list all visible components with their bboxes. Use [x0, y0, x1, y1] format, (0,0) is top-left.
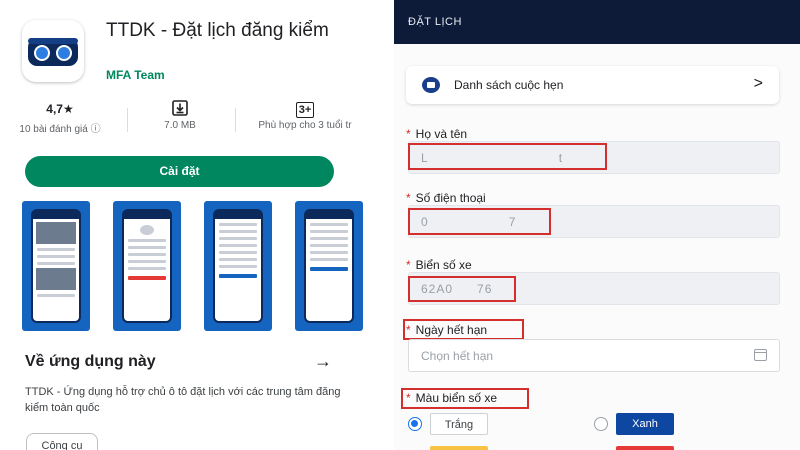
color-option-white[interactable]: Trắng	[430, 413, 488, 435]
rating-value: 4,7★	[46, 102, 74, 116]
highlight-box	[408, 143, 607, 170]
age-rating-label: Phù hợp cho 3 tuổi tr	[258, 120, 352, 131]
name-label: * Họ và tên	[406, 127, 468, 141]
color-option-blue[interactable]: Xanh	[616, 413, 674, 435]
booking-form-screen: ĐẶT LỊCH Danh sách cuộc hẹn > * Họ và tên…	[394, 0, 800, 450]
screenshot-carousel[interactable]	[22, 201, 363, 331]
form-header: ĐẶT LỊCH	[394, 0, 800, 44]
chevron-right-icon: >	[753, 75, 763, 92]
download-icon	[140, 100, 220, 118]
expiry-placeholder: Chọn hết hạn	[421, 349, 494, 363]
highlight-box	[408, 276, 516, 302]
size-stat: 7.0 MB	[140, 100, 220, 140]
highlight-box	[408, 208, 551, 235]
install-button[interactable]: Cài đặt	[25, 156, 334, 187]
age-rating-stat[interactable]: 3+ Phù hợp cho 3 tuổi tr	[250, 100, 360, 140]
radio-white[interactable]	[408, 417, 422, 431]
color-option-red[interactable]	[616, 446, 674, 450]
rating-3plus-icon: 3+	[250, 100, 360, 118]
phone-mockup	[31, 209, 81, 323]
phone-label: * Số điện thoại	[406, 191, 486, 205]
form-title: ĐẶT LỊCH	[408, 16, 462, 28]
app-description: TTDK - Ứng dụng hỗ trợ chủ ô tô đặt lịch…	[25, 386, 341, 414]
app-icon[interactable]	[22, 20, 84, 82]
appointments-list-button[interactable]: Danh sách cuộc hẹn >	[406, 66, 779, 104]
screenshot-1[interactable]	[22, 201, 90, 331]
phone-mockup	[304, 209, 354, 323]
screenshot-4[interactable]	[295, 201, 363, 331]
review-count: 10 bài đánh giá ⓘ	[19, 124, 101, 135]
divider	[235, 108, 236, 132]
screenshot-2[interactable]	[113, 201, 181, 331]
calendar-badge-icon	[422, 77, 440, 93]
expiry-date-field[interactable]: Chọn hết hạn	[408, 339, 780, 372]
vr-goggles-icon	[28, 38, 78, 66]
composite-screenshot: TTDK - Đặt lịch đăng kiểm MFA Team 4,7★ …	[0, 0, 800, 450]
highlight-box	[401, 388, 529, 409]
rating-stat[interactable]: 4,7★ 10 bài đánh giá ⓘ	[10, 100, 110, 140]
arrow-right-icon[interactable]: →	[314, 351, 332, 372]
radio-blue[interactable]	[594, 417, 608, 431]
divider	[127, 108, 128, 132]
calendar-icon[interactable]	[754, 349, 767, 361]
play-store-listing: TTDK - Đặt lịch đăng kiểm MFA Team 4,7★ …	[0, 0, 380, 450]
plate-label: * Biển số xe	[406, 258, 472, 272]
screenshot-3[interactable]	[204, 201, 272, 331]
highlight-box	[403, 319, 524, 340]
phone-mockup	[213, 209, 263, 323]
app-size: 7.0 MB	[164, 120, 196, 131]
developer-link[interactable]: MFA Team	[106, 68, 165, 82]
app-stats: 4,7★ 10 bài đánh giá ⓘ 7.0 MB 3+ Phù hợp…	[10, 100, 360, 140]
appointments-label: Danh sách cuộc hẹn	[454, 78, 564, 92]
color-option-yellow[interactable]	[430, 446, 488, 450]
phone-mockup	[122, 209, 172, 323]
category-chip[interactable]: Công cụ	[26, 433, 98, 450]
app-title: TTDK - Đặt lịch đăng kiểm	[106, 20, 329, 41]
about-heading: Về ứng dụng này	[25, 353, 156, 370]
